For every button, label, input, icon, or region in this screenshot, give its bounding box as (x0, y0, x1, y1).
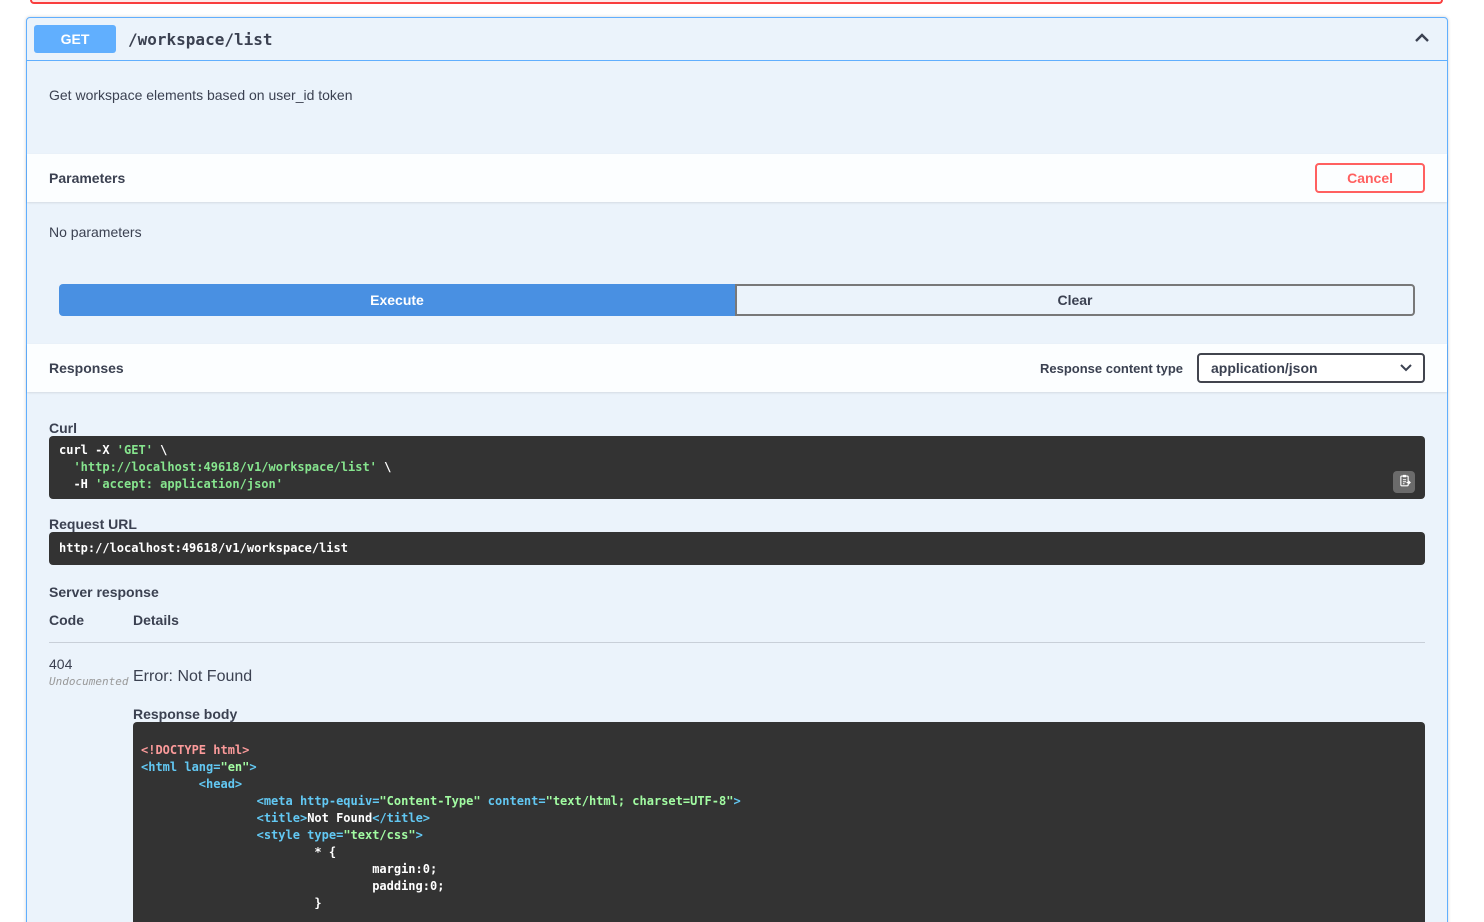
status-code: 404 (49, 656, 73, 672)
responses-body: Curl curl -X 'GET' \ 'http://localhost:4… (27, 392, 1447, 922)
previous-endpoint-block-edge (30, 0, 1443, 4)
clear-button[interactable]: Clear (735, 284, 1415, 316)
response-content-type-label: Response content type (1039, 360, 1183, 376)
error-message: Error: Not Found (133, 668, 253, 685)
curl-command-block: curl -X 'GET' \ 'http://localhost:49618/… (49, 436, 1425, 499)
response-body-label: Response body (133, 706, 238, 722)
cancel-button[interactable]: Cancel (1315, 163, 1425, 193)
parameters-title: Parameters (49, 170, 126, 186)
code-column-header: Code (49, 612, 84, 628)
response-table-row: 404 Undocumented Error: Not Found Respon… (49, 643, 1425, 922)
response-code-cell: 404 Undocumented (49, 656, 133, 922)
collapse-button[interactable] (1411, 28, 1433, 51)
response-content-type-control: Response content type application/json (1040, 353, 1425, 383)
curl-label: Curl (49, 420, 77, 436)
server-response-table: Code Details 404 Undocumented Error: Not… (49, 612, 1425, 922)
http-method-badge: GET (34, 25, 116, 53)
response-body-block: <!DOCTYPE html> <html lang="en"> <head> <… (133, 722, 1425, 922)
chevron-up-icon (1413, 30, 1431, 49)
details-column-header: Details (133, 612, 179, 628)
server-response-label: Server response (49, 584, 159, 600)
response-content-type-value: application/json (1211, 360, 1318, 376)
parameters-section-header: Parameters Cancel (27, 154, 1447, 202)
request-url-block: http://localhost:49618/v1/workspace/list (49, 532, 1425, 565)
operation-summary[interactable]: GET /workspace/list (27, 18, 1447, 61)
execute-button[interactable]: Execute (59, 284, 735, 316)
request-url-label: Request URL (49, 516, 137, 532)
operation-description: Get workspace elements based on user_id … (49, 87, 353, 103)
response-content-type-select[interactable]: application/json (1197, 353, 1425, 383)
response-table-header: Code Details (49, 612, 1425, 643)
chevron-down-icon (1399, 360, 1413, 376)
responses-title: Responses (49, 360, 124, 376)
clipboard-icon (1398, 474, 1411, 490)
undocumented-badge: Undocumented (49, 675, 129, 688)
operation-block-get-workspace-list: GET /workspace/list Get workspace elemen… (26, 17, 1448, 922)
responses-section-header: Responses Response content type applicat… (27, 344, 1447, 392)
response-details-cell: Error: Not Found Response body <!DOCTYPE… (133, 656, 1425, 922)
no-parameters-text: No parameters (49, 224, 142, 240)
copy-to-clipboard-button[interactable] (1393, 471, 1415, 493)
execute-button-group: Execute Clear (27, 240, 1447, 344)
operation-path: /workspace/list (128, 29, 273, 49)
